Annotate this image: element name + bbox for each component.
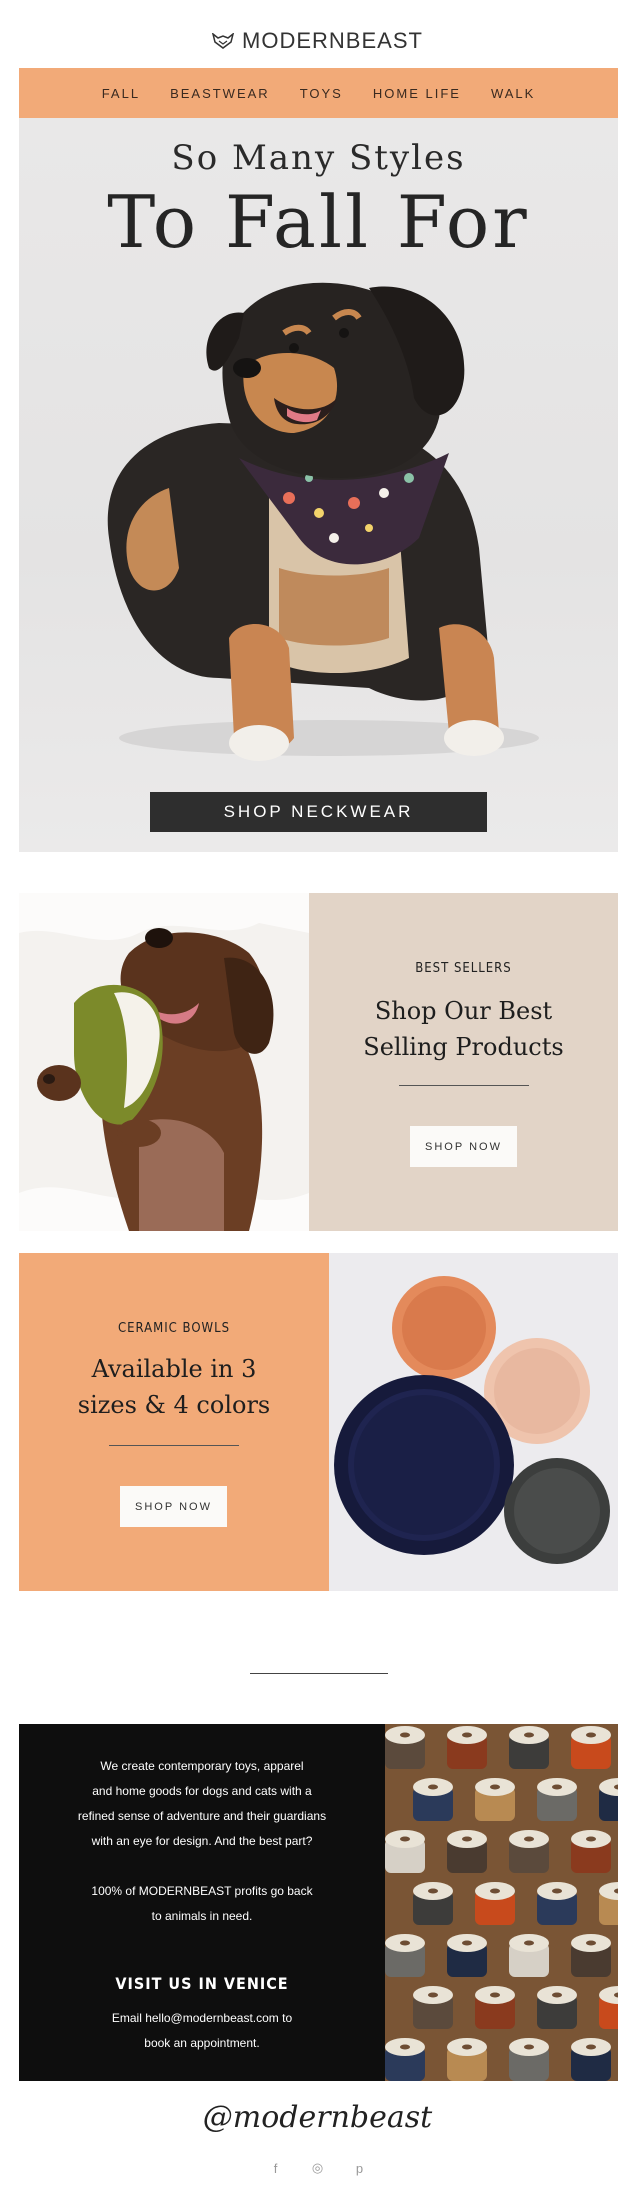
spools-illustration [385, 1724, 618, 2081]
bestsellers-panel: BEST SELLERS Shop Our Best Selling Produ… [309, 893, 618, 1231]
hero-subtitle: So Many Styles [171, 138, 466, 178]
bowls-heading-line2: sizes & 4 colors [77, 1391, 271, 1419]
bestsellers-shop-now-button[interactable]: SHOP NOW [410, 1126, 517, 1167]
nav-item-walk[interactable]: WALK [476, 86, 550, 101]
about-text-line: with an eye for design. And the best par… [91, 1834, 313, 1848]
ceramic-bowls-photo[interactable] [329, 1253, 618, 1591]
facebook-icon[interactable]: f [268, 2160, 284, 2176]
dog-bandana-photo [107, 282, 539, 761]
brand-logo[interactable]: MODERNBEAST [0, 26, 635, 56]
social-links: f ◎ p [0, 2160, 635, 2176]
pinterest-icon[interactable]: p [352, 2160, 368, 2176]
about-text-line: 100% of MODERNBEAST profits go back [91, 1884, 313, 1898]
bowls-kicker: CERAMIC BOWLS [117, 1321, 231, 1336]
section-divider [250, 1673, 388, 1674]
about-text-line: refined sense of adventure and their gua… [77, 1809, 327, 1823]
nav-item-home-life[interactable]: HOME LIFE [358, 86, 476, 101]
about-text-line: book an appointment. [144, 2036, 260, 2050]
about-text-line: to animals in need. [151, 1909, 253, 1923]
bestsellers-heading-line2: Selling Products [363, 1033, 564, 1061]
nav-item-beastwear[interactable]: BEASTWEAR [155, 86, 285, 101]
nav-item-toys[interactable]: TOYS [285, 86, 358, 101]
about-text-line: Email hello@modernbeast.com to [111, 2011, 293, 2025]
bestsellers-kicker: BEST SELLERS [415, 961, 512, 976]
instagram-icon[interactable]: ◎ [310, 2160, 326, 2176]
bowls-divider [109, 1445, 239, 1446]
instagram-handle[interactable]: @modernbeast [0, 2100, 635, 2135]
about-text-line: We create contemporary toys, apparel [100, 1759, 304, 1773]
nav-item-fall[interactable]: FALL [87, 86, 155, 101]
thread-spools-photo [385, 1724, 618, 2081]
visit-heading: VISIT US IN VENICE [115, 1974, 289, 1993]
bowls-illustration [329, 1253, 618, 1591]
about-panel: We create contemporary toys, apparel and… [19, 1724, 385, 2081]
bestsellers-divider [399, 1085, 529, 1086]
bowls-heading-line1: Available in 3 [91, 1355, 257, 1383]
dachshund-illustration [19, 893, 309, 1231]
beast-head-icon [212, 33, 235, 49]
about-text-line: and home goods for dogs and cats with a [92, 1784, 312, 1798]
bowls-shop-now-button[interactable]: SHOP NOW [120, 1486, 227, 1527]
bowls-panel: CERAMIC BOWLS Available in 3 sizes & 4 c… [19, 1253, 329, 1591]
shop-neckwear-button[interactable]: SHOP NECKWEAR [150, 792, 487, 832]
dachshund-toy-photo[interactable] [19, 893, 309, 1231]
hero-banner[interactable]: So Many Styles To Fall For SHOP NECKWEAR [19, 118, 618, 852]
bestsellers-heading-line1: Shop Our Best [374, 997, 553, 1025]
main-nav: FALL BEASTWEAR TOYS HOME LIFE WALK [19, 68, 618, 118]
brand-name: MODERNBEAST [242, 28, 423, 53]
